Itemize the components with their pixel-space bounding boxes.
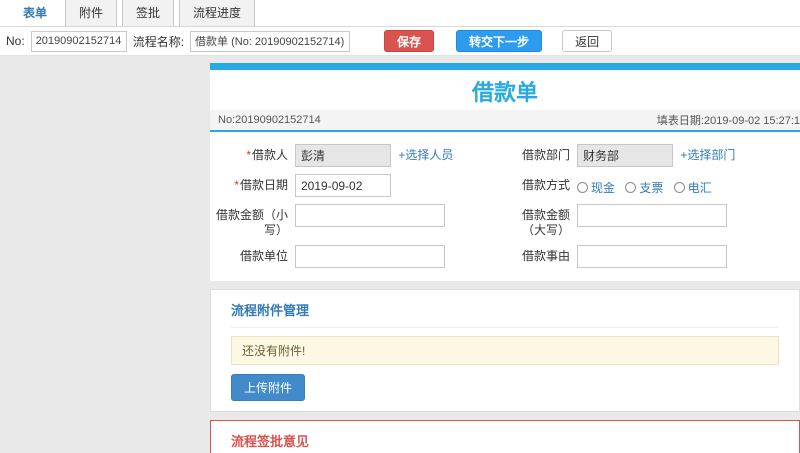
select-department-link[interactable]: +选择部门 xyxy=(680,148,735,162)
department-field: +选择部门 xyxy=(570,143,788,167)
borrower-label: *借款人 xyxy=(210,143,288,163)
tab-progress[interactable]: 流程进度 xyxy=(179,0,256,26)
approval-title: 流程签批意见 xyxy=(231,434,310,449)
unit-field xyxy=(288,244,506,268)
attachments-panel: 流程附件管理 还没有附件! 上传附件 xyxy=(210,289,800,412)
back-button[interactable]: 返回 xyxy=(562,30,613,52)
department-input[interactable] xyxy=(577,144,673,167)
approval-panel: 流程签批意见 B I abc A ab ∞ ⚑ ≣ ☰ xyxy=(210,420,800,453)
amount-big-input[interactable] xyxy=(577,204,727,227)
process-name-input[interactable] xyxy=(190,30,351,52)
amount-small-field xyxy=(288,203,506,227)
amount-big-label-text: 借款金额（大写） xyxy=(521,208,570,237)
content-area: 借款单 No:20190902152714 填表日期:2019-09-02 15… xyxy=(0,56,800,453)
form-no-text: No:20190902152714 xyxy=(218,114,321,126)
reason-label: 借款事由 xyxy=(506,244,570,264)
select-person-link[interactable]: +选择人员 xyxy=(398,148,453,162)
unit-label-text: 借款单位 xyxy=(239,249,288,263)
unit-input[interactable] xyxy=(295,245,445,268)
toolbar: No: 流程名称: 保存 转交下一步 返回 xyxy=(0,27,800,56)
amount-small-label: 借款金额（小写） xyxy=(210,203,288,238)
form-fields: *借款人 +选择人员 借款部门 +选择部门 *借款日期 xyxy=(210,132,800,281)
next-step-button[interactable]: 转交下一步 xyxy=(456,30,543,52)
loan-form-panel: 借款单 No:20190902152714 填表日期:2019-09-02 15… xyxy=(210,63,800,281)
form-row-2: *借款日期 借款方式 现金 支票 电汇 xyxy=(210,170,800,200)
unit-label: 借款单位 xyxy=(210,244,288,264)
process-name-label: 流程名称: xyxy=(132,34,185,49)
loan-date-field xyxy=(288,173,506,197)
method-label-text: 借款方式 xyxy=(521,178,570,192)
department-label-text: 借款部门 xyxy=(521,148,570,162)
amount-big-field xyxy=(570,203,788,227)
borrower-field: +选择人员 xyxy=(288,143,506,167)
no-label: No: xyxy=(6,34,25,48)
reason-field xyxy=(570,244,788,268)
form-row-1: *借款人 +选择人员 借款部门 +选择部门 xyxy=(210,140,800,170)
radio-icon xyxy=(673,182,685,193)
loan-date-input[interactable] xyxy=(295,174,391,197)
amount-small-input[interactable] xyxy=(295,204,445,227)
amount-big-label: 借款金额（大写） xyxy=(506,203,570,238)
form-row-3: 借款金额（小写） 借款金额（大写） xyxy=(210,200,800,241)
loan-date-label: *借款日期 xyxy=(210,173,288,193)
tab-attachments[interactable]: 附件 xyxy=(65,0,118,26)
reason-label-text: 借款事由 xyxy=(521,249,570,263)
tab-approval[interactable]: 签批 xyxy=(122,0,175,26)
panel-accent-bar xyxy=(210,63,800,70)
method-option-label: 现金 xyxy=(591,181,616,195)
form-date-text: 填表日期:2019-09-02 15:27:1 xyxy=(656,115,800,127)
no-input[interactable] xyxy=(30,30,127,52)
radio-icon xyxy=(625,182,637,193)
panel-wrap: 借款单 No:20190902152714 填表日期:2019-09-02 15… xyxy=(210,63,800,453)
borrower-label-text: 借款人 xyxy=(251,148,288,162)
no-attachments-notice: 还没有附件! xyxy=(231,336,779,365)
reason-input[interactable] xyxy=(577,245,727,268)
upload-attachment-button[interactable]: 上传附件 xyxy=(231,374,306,401)
attachments-title: 流程附件管理 xyxy=(231,298,779,328)
radio-icon xyxy=(577,182,588,193)
form-row-4: 借款单位 借款事由 xyxy=(210,241,800,271)
method-label: 借款方式 xyxy=(506,173,570,193)
required-mark: * xyxy=(246,148,251,162)
method-option-label: 电汇 xyxy=(687,181,712,195)
required-mark: * xyxy=(234,178,239,192)
form-title: 借款单 xyxy=(471,80,538,105)
page: 表单 附件 签批 流程进度 No: 流程名称: 保存 转交下一步 返回 借款单 … xyxy=(0,0,800,453)
save-button[interactable]: 保存 xyxy=(384,30,435,52)
method-options: 现金 支票 电汇 xyxy=(570,173,788,196)
borrower-input[interactable] xyxy=(295,144,391,167)
method-option-label: 支票 xyxy=(639,181,664,195)
amount-small-label-text: 借款金额（小写） xyxy=(215,208,288,237)
method-option-wire[interactable]: 电汇 xyxy=(673,179,712,196)
form-info-bar: No:20190902152714 填表日期:2019-09-02 15:27:… xyxy=(210,110,800,132)
loan-date-label-text: 借款日期 xyxy=(239,178,288,192)
tab-bar: 表单 附件 签批 流程进度 xyxy=(0,0,800,27)
department-label: 借款部门 xyxy=(506,143,570,163)
tab-form[interactable]: 表单 xyxy=(10,0,61,26)
method-option-cash[interactable]: 现金 xyxy=(577,179,615,196)
method-option-check[interactable]: 支票 xyxy=(625,179,663,196)
